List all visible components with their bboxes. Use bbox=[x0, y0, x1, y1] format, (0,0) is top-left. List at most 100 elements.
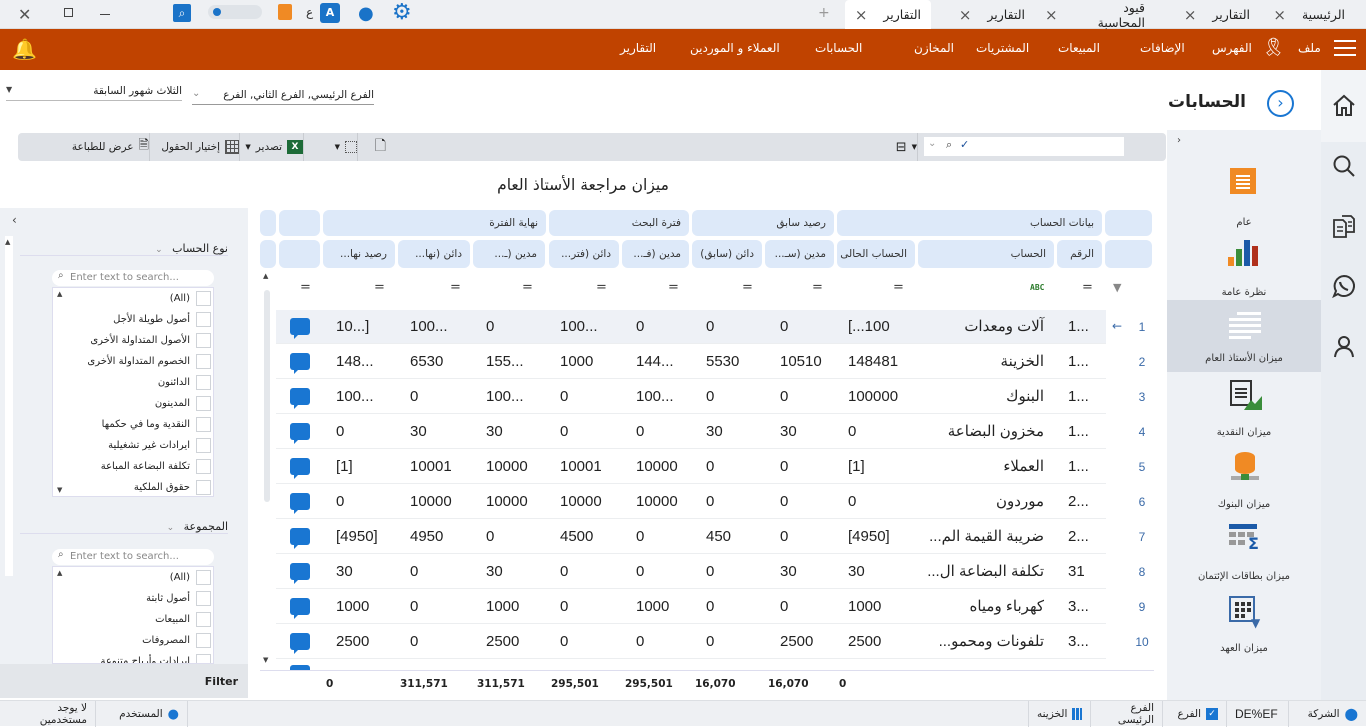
chart-bubble-icon[interactable] bbox=[290, 563, 310, 584]
checkbox[interactable] bbox=[196, 291, 211, 306]
status-treasury[interactable]: الخزينه bbox=[1028, 701, 1090, 727]
filter-option[interactable]: ايرادات وأرباح متنوعة bbox=[53, 651, 213, 663]
filter-option[interactable]: المبيعات bbox=[53, 609, 213, 630]
checkbox[interactable] bbox=[196, 312, 211, 327]
tab-home[interactable]: الرئيسية × bbox=[1255, 0, 1355, 29]
restore-window-button[interactable] bbox=[64, 8, 73, 17]
table-row[interactable]: 0 10000 10000 10000 10000 0 0 0 موردون 2... bbox=[276, 485, 1106, 519]
filter-option[interactable]: حقوق الملكية bbox=[53, 477, 213, 498]
table-row[interactable]: 10...] 100... 0 100... 0 0 0 [...100 آلات ومعدات… bbox=[276, 310, 1106, 344]
filter-option[interactable]: الأصول المتداولة الأخرى bbox=[53, 330, 213, 351]
filter-option[interactable]: (All) bbox=[53, 288, 213, 309]
text-filter-abc-icon[interactable]: ABC bbox=[1030, 283, 1044, 292]
chart-bubble-icon[interactable] bbox=[290, 598, 310, 619]
column-header-account[interactable]: الحساب bbox=[918, 240, 1054, 268]
table-row[interactable]: [1] 10001 10000 10001 10000 0 0 [1] العملاء 1... bbox=[276, 450, 1106, 484]
filter-option[interactable]: تكلفة البضاعة المباعة bbox=[53, 456, 213, 477]
layout-dropdown-button[interactable]: ▼ bbox=[314, 133, 358, 161]
checkbox[interactable] bbox=[196, 633, 211, 648]
filter-option[interactable]: المدينون bbox=[53, 393, 213, 414]
nav-item-cash-balance[interactable]: ميزان النقدية bbox=[1167, 374, 1321, 446]
collapse-panel-chevron[interactable]: ‹ bbox=[12, 213, 17, 227]
export-button[interactable]: X تصدير ▼ bbox=[236, 133, 304, 161]
checkbox[interactable] bbox=[196, 417, 211, 432]
filter-option[interactable]: (All) bbox=[53, 567, 213, 588]
scroll-thumb[interactable] bbox=[264, 290, 270, 502]
filter-operator[interactable]: = bbox=[596, 280, 607, 295]
filter-operator[interactable]: = bbox=[893, 280, 904, 295]
nav-item-general-ledger[interactable]: ميزان الأستاذ العام bbox=[1167, 300, 1321, 372]
status-company[interactable]: ⬤ الشركة bbox=[1288, 701, 1366, 727]
account-type-search[interactable]: Enter text to search... bbox=[52, 270, 214, 286]
tab-accounting-entries[interactable]: قيود المحاسبة × bbox=[1035, 0, 1155, 30]
menu-file[interactable]: ملف bbox=[1298, 41, 1321, 55]
checkbox[interactable] bbox=[196, 591, 211, 606]
choose-fields-button[interactable]: إختيار الحقول bbox=[140, 133, 240, 161]
checkbox[interactable] bbox=[196, 396, 211, 411]
tab-reports-3[interactable]: التقارير × bbox=[845, 0, 931, 29]
table-row[interactable]: [4950] 4950 0 4500 0 450 0 [4950] ضريبة القيمة ا… bbox=[276, 520, 1106, 554]
account-type-group-header[interactable]: نوع الحساب ⌄ bbox=[20, 242, 228, 256]
close-tab-icon[interactable]: × bbox=[855, 6, 868, 24]
chart-bubble-icon[interactable] bbox=[290, 423, 310, 444]
filter-option[interactable]: أصول طويلة الأجل bbox=[53, 309, 213, 330]
menu-stores[interactable]: المخازن bbox=[914, 41, 954, 55]
status-branch-toggle[interactable]: ✓ الفرع bbox=[1162, 701, 1226, 727]
menu-customers-suppliers[interactable]: العملاء و الموردين bbox=[690, 41, 780, 55]
close-tab-icon[interactable]: × bbox=[1045, 6, 1058, 24]
filter-funnel-icon[interactable]: ▼ bbox=[1113, 281, 1121, 294]
checkmark-icon[interactable]: ✓ bbox=[960, 138, 969, 151]
status-user[interactable]: ● المستخدم bbox=[96, 701, 188, 727]
filter-option[interactable]: المصروفات bbox=[53, 630, 213, 651]
close-window-button[interactable]: ✕ bbox=[18, 5, 31, 24]
filter-operator[interactable]: = bbox=[450, 280, 461, 295]
column-header-end-debit[interactable]: مدين (ـ... bbox=[473, 240, 545, 268]
table-row[interactable]: 148... 6530 155... 1000 144... 5530 10510 14848… bbox=[276, 345, 1106, 379]
column-header-number[interactable]: الرقم bbox=[1057, 240, 1102, 268]
user-icon[interactable]: ● bbox=[358, 3, 374, 24]
chart-bubble-icon[interactable] bbox=[290, 493, 310, 514]
scroll-up-arrow[interactable]: ▲ bbox=[57, 569, 62, 577]
menu-reports[interactable]: التقارير bbox=[620, 41, 656, 55]
checkbox[interactable] bbox=[196, 375, 211, 390]
new-report-button[interactable]: 🗋 bbox=[362, 133, 386, 161]
menu-purchases[interactable]: المشتريات bbox=[976, 41, 1029, 55]
filter-operator-number[interactable]: = bbox=[1082, 280, 1093, 295]
hamburger-menu-icon[interactable] bbox=[1334, 40, 1356, 42]
checkbox-checked-icon[interactable]: ✓ bbox=[1206, 708, 1218, 720]
filter-operator[interactable]: = bbox=[374, 280, 385, 295]
minimize-window-button[interactable] bbox=[100, 14, 110, 15]
checkbox[interactable] bbox=[196, 333, 211, 348]
print-preview-button[interactable]: 🗎 عرض للطباعة bbox=[40, 133, 150, 161]
filter-button[interactable]: Filter bbox=[205, 675, 238, 688]
translate-icon[interactable]: A bbox=[320, 3, 340, 23]
checkbox[interactable] bbox=[196, 480, 211, 495]
table-row[interactable]: 0 30 30 0 0 30 30 0 مخزون البضاعة 1... bbox=[276, 415, 1106, 449]
grid-scrollbar[interactable]: ▲ ▼ bbox=[262, 272, 272, 672]
checkbox[interactable] bbox=[196, 654, 211, 663]
menu-additions[interactable]: الإضافات bbox=[1140, 41, 1185, 55]
menu-sales[interactable]: المبيعات bbox=[1058, 41, 1100, 55]
forward-chevron-button[interactable]: › bbox=[1267, 90, 1294, 117]
close-tab-icon[interactable]: × bbox=[1184, 6, 1197, 24]
column-header-prev-credit[interactable]: دائن (سابق) bbox=[692, 240, 762, 268]
bell-icon[interactable]: 🔔 bbox=[12, 37, 37, 61]
settings-gear-icon[interactable]: ⚙ bbox=[392, 0, 412, 25]
filter-operator[interactable]: = bbox=[812, 280, 823, 295]
chart-bubble-icon[interactable] bbox=[290, 528, 310, 549]
chart-bubble-icon[interactable] bbox=[290, 388, 310, 409]
menu-index[interactable]: الفهرس bbox=[1212, 41, 1252, 55]
tab-reports-1[interactable]: التقارير × bbox=[1160, 0, 1260, 29]
checkbox[interactable] bbox=[196, 354, 211, 369]
table-row[interactable]: 30 0 30 0 0 0 30 30 تكلفة البضاعة ال... 31 bbox=[276, 555, 1106, 589]
panel-scrollbar[interactable]: ▲ bbox=[5, 236, 13, 576]
filter-option[interactable]: أصول ثابتة bbox=[53, 588, 213, 609]
filter-operator[interactable]: = bbox=[522, 280, 533, 295]
toggle-switch[interactable] bbox=[208, 5, 262, 19]
filter-option[interactable]: النقدية وما في حكمها bbox=[53, 414, 213, 435]
filter-operator[interactable]: = bbox=[668, 280, 679, 295]
nav-item-custody-balance[interactable]: ▼ ميزان العهد bbox=[1167, 590, 1321, 662]
grid-search-input[interactable]: ⌄ ⌕ ✓ bbox=[924, 137, 1124, 156]
table-row[interactable]: 1000 0 1000 0 1000 0 0 1000 كهرباء ومياه 3... bbox=[276, 590, 1106, 624]
filter-option[interactable]: الخصوم المتداولة الأخرى bbox=[53, 351, 213, 372]
